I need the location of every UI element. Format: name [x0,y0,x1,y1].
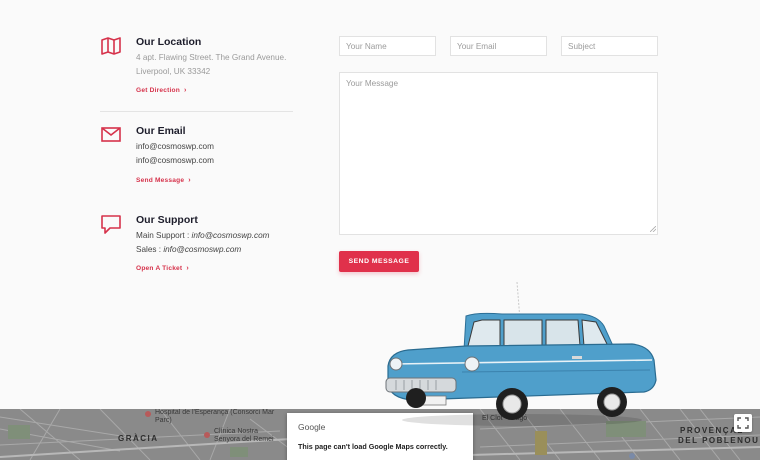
message-textarea[interactable] [339,72,658,235]
google-logo: Google [298,422,326,432]
mail-icon [101,127,121,142]
email-line-2: info@cosmoswp.com [136,156,214,165]
get-direction-label: Get Direction [136,87,181,94]
address-line-2: Liverpool, UK 33342 [136,67,211,76]
chevron-right-icon: › [184,87,187,94]
email-title: Our Email [136,125,186,137]
sales-label: Sales : [136,245,164,254]
send-message-button[interactable]: SEND MESSAGE [339,251,419,272]
support-title: Our Support [136,214,198,226]
open-ticket-label: Open A Ticket [136,265,183,272]
email-block: Our Email info@cosmoswp.com info@cosmosw… [100,125,295,187]
resize-handle-icon[interactable] [650,226,656,232]
map-error-message: This page can't load Google Maps correct… [298,442,448,451]
subject-input[interactable] [561,36,658,56]
main-support-email: info@cosmoswp.com [191,231,270,240]
send-message-label: Send Message [136,177,185,184]
chevron-right-icon: › [188,177,191,184]
map-label-poblenou: DEL POBLENOU [678,436,760,445]
sales-line: Sales : info@cosmoswp.com [136,245,241,254]
divider [100,111,293,112]
main-support-line: Main Support : info@cosmoswp.com [136,231,269,240]
map-label-gracia: GRÀCIA [118,434,159,443]
car-image [385,281,657,426]
chevron-right-icon: › [186,265,189,272]
location-title: Our Location [136,36,202,48]
chat-icon [101,215,121,234]
email-input[interactable] [450,36,547,56]
support-block: Our Support Main Support : info@cosmoswp… [100,214,295,276]
map-poi-clinic: Clínica Nostra Senyora del Remei [214,428,274,443]
main-support-label: Main Support : [136,231,192,240]
name-input[interactable] [339,36,436,56]
get-direction-link[interactable]: Get Direction › [136,87,187,94]
sales-email: info@cosmoswp.com [163,245,242,254]
fullscreen-icon [737,417,749,429]
map-poi-hospital: Hospital de l'Esperança (Consorci Mar Pa… [155,409,275,424]
send-message-link[interactable]: Send Message › [136,177,191,184]
email-line-1: info@cosmoswp.com [136,142,214,151]
map-icon [101,37,121,55]
address-line-1: 4 apt. Flawing Street. The Grand Avenue. [136,53,287,62]
fullscreen-button[interactable] [734,414,752,432]
open-ticket-link[interactable]: Open A Ticket › [136,265,189,272]
location-block: Our Location 4 apt. Flawing Street. The … [100,36,295,98]
